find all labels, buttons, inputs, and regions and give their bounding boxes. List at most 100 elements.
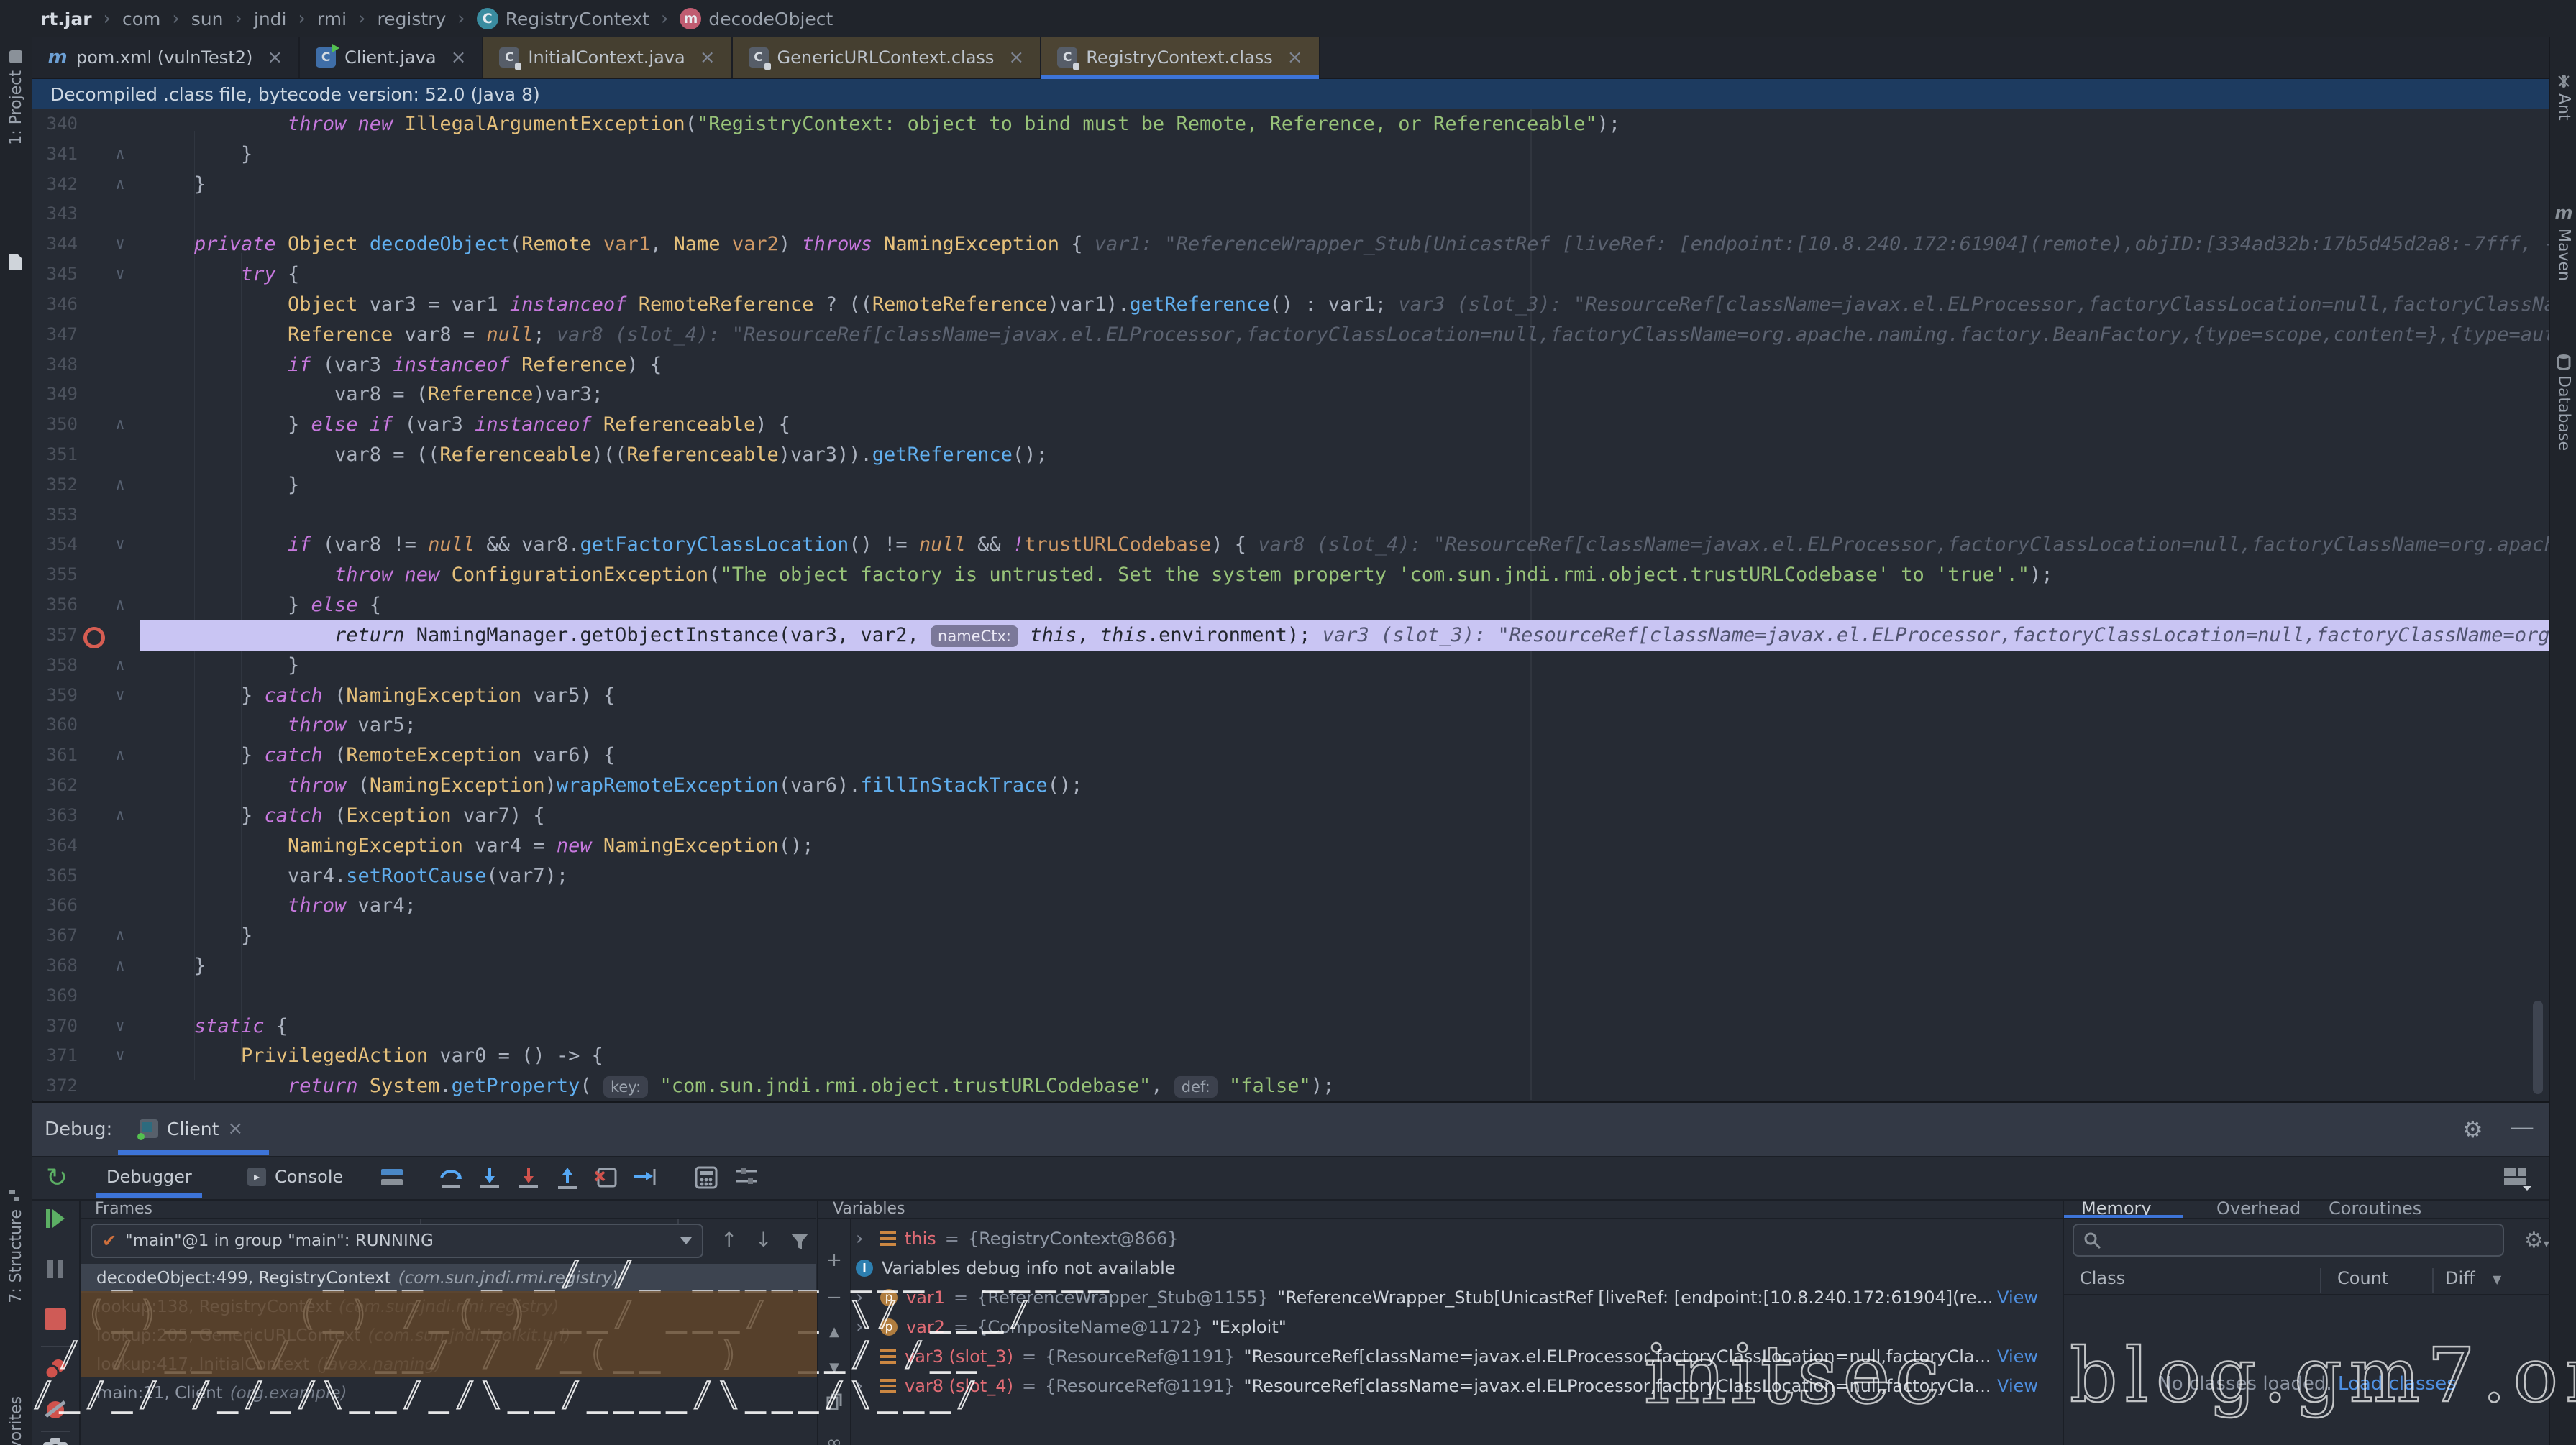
code-line[interactable]: 370∨static { — [32, 1012, 2549, 1042]
variable-row[interactable]: ›pvar1 = {ReferenceWrapper_Stub@1155} "R… — [856, 1283, 2052, 1312]
code-line[interactable]: 340throw new IllegalArgumentException("R… — [32, 109, 2549, 139]
expand-chevron-icon[interactable]: › — [856, 1316, 872, 1338]
breadcrumb-item[interactable]: CRegistryContext — [477, 8, 649, 29]
force-step-into-icon[interactable] — [516, 1166, 541, 1189]
code-line[interactable]: 353 — [32, 500, 2549, 531]
navigate-up-icon[interactable]: ▲ — [818, 1324, 850, 1339]
navigate-down-icon[interactable]: ▼ — [818, 1360, 850, 1375]
frames-filter-icon[interactable] — [790, 1232, 810, 1254]
code-line[interactable]: 358∧} — [32, 651, 2549, 681]
resume-icon[interactable] — [32, 1208, 79, 1229]
view-link[interactable]: View — [1997, 1347, 2038, 1367]
run-to-cursor-icon[interactable] — [633, 1166, 657, 1189]
view-breakpoints-icon[interactable] — [32, 1359, 79, 1382]
code-line[interactable]: 356∧} else { — [32, 590, 2549, 620]
code-line[interactable]: 359∨} catch (NamingException var5) { — [32, 681, 2549, 711]
code-line[interactable]: 372return System.getProperty( key: "com.… — [32, 1071, 2549, 1100]
layout-settings-icon[interactable] — [2503, 1165, 2531, 1193]
infinity-icon[interactable]: ∞ — [818, 1432, 850, 1445]
toolwindow-maven[interactable]: m Maven — [2550, 203, 2576, 281]
code-line[interactable]: 366throw var4; — [32, 891, 2549, 921]
toolwindow-favorites[interactable]: Favorites — [0, 1396, 32, 1445]
bookmark-document-icon[interactable] — [0, 253, 32, 272]
toolwindow-ant[interactable]: Ant — [2550, 73, 2576, 121]
code-line[interactable]: 352∧} — [32, 470, 2549, 500]
code-line[interactable]: 364NamingException var4 = new NamingExce… — [32, 831, 2549, 861]
code-line[interactable]: 369 — [32, 981, 2549, 1012]
code-line[interactable]: 345∨try { — [32, 260, 2549, 290]
variable-row[interactable]: ›this = {RegistryContext@866} — [856, 1224, 2052, 1253]
frame-down-icon[interactable]: ↓ — [755, 1228, 772, 1252]
code-line[interactable]: 360throw var5; — [32, 710, 2549, 740]
expand-chevron-icon[interactable]: › — [856, 1346, 872, 1367]
toolwindow-database[interactable]: Database — [2550, 354, 2576, 451]
memory-tab-coroutines[interactable]: Coroutines — [2329, 1199, 2421, 1218]
breadcrumb-item[interactable]: sun — [191, 9, 224, 29]
code-editor[interactable]: 340throw new IllegalArgumentException("R… — [32, 109, 2549, 1100]
layout-icon[interactable] — [381, 1168, 403, 1191]
variable-row[interactable]: iVariables debug info not available — [856, 1253, 2052, 1283]
code-line[interactable]: 347Reference var8 = null; var8 (slot_4):… — [32, 320, 2549, 350]
code-line[interactable]: 367∧} — [32, 921, 2549, 951]
tab-debugger[interactable]: Debugger — [106, 1156, 192, 1198]
breadcrumb-item[interactable]: registry — [377, 9, 446, 29]
code-line[interactable]: 368∧} — [32, 951, 2549, 981]
close-icon[interactable]: × — [227, 1118, 243, 1139]
stop-icon[interactable] — [32, 1308, 79, 1330]
code-line[interactable]: 365var4.setRootCause(var7); — [32, 861, 2549, 891]
frame-up-icon[interactable]: ↑ — [721, 1228, 737, 1252]
variable-row[interactable]: ›var8 (slot_4) = {ResourceRef@1191} "Res… — [856, 1371, 2052, 1400]
code-line[interactable]: 363∧} catch (Exception var7) { — [32, 801, 2549, 831]
memory-search-input[interactable] — [2073, 1224, 2504, 1257]
tab-console[interactable]: ▸ Console — [247, 1156, 343, 1198]
debug-session-tab[interactable]: Client × — [140, 1103, 243, 1155]
memory-tab-overhead[interactable]: Overhead — [2216, 1199, 2301, 1218]
minimize-icon[interactable]: — — [2510, 1113, 2534, 1142]
close-icon[interactable]: × — [700, 47, 716, 68]
close-icon[interactable]: × — [451, 47, 467, 68]
breadcrumb-item[interactable]: mdecodeObject — [680, 8, 833, 29]
frame-row[interactable]: lookup:205, GenericURLContext(com.sun.jn… — [81, 1321, 816, 1350]
frame-row[interactable]: decodeObject:499, RegistryContext(com.su… — [81, 1264, 816, 1293]
rerun-icon[interactable]: ↻ — [46, 1163, 68, 1193]
breadcrumb-item[interactable]: com — [122, 9, 160, 29]
code-line[interactable]: 349var8 = (Reference)var3; — [32, 380, 2549, 410]
close-icon[interactable]: × — [1287, 47, 1303, 68]
line-number[interactable]: 343 — [32, 199, 78, 229]
frame-row[interactable]: lookup:417, InitialContext(javax.naming) — [81, 1350, 816, 1379]
frame-row[interactable]: main:11, Client(org.example) — [81, 1379, 816, 1408]
toolwindow-project[interactable]: 1: Project — [0, 49, 32, 145]
breadcrumb-item[interactable]: jndi — [254, 9, 287, 29]
load-classes-link[interactable]: Load classes — [2338, 1373, 2457, 1395]
line-number[interactable]: 353 — [32, 500, 78, 531]
close-icon[interactable]: × — [267, 47, 283, 68]
thread-selector[interactable]: ✔ "main"@1 in group "main": RUNNING — [91, 1224, 703, 1258]
code-line[interactable]: 354∨if (var8 != null && var8.getFactoryC… — [32, 530, 2549, 560]
thread-dump-camera-icon[interactable] — [32, 1436, 79, 1445]
add-watch-icon[interactable]: + — [818, 1249, 850, 1271]
code-line[interactable]: 348if (var3 instanceof Reference) { — [32, 350, 2549, 380]
expand-chevron-icon[interactable]: › — [856, 1228, 872, 1249]
breadcrumb-item[interactable]: rt.jar — [40, 9, 92, 29]
step-over-icon[interactable] — [439, 1166, 463, 1189]
column-class[interactable]: Class — [2080, 1268, 2125, 1288]
code-line[interactable]: 362throw (NamingException)wrapRemoteExce… — [32, 771, 2549, 801]
frame-row[interactable]: lookup:138, RegistryContext(com.sun.jndi… — [81, 1293, 816, 1321]
mute-breakpoints-icon[interactable] — [32, 1398, 79, 1422]
code-line[interactable]: 361∧} catch (RemoteException var6) { — [32, 740, 2549, 771]
close-icon[interactable]: × — [1008, 47, 1024, 68]
expand-chevron-icon[interactable]: › — [856, 1375, 872, 1397]
code-line[interactable]: 350∧} else if (var3 instanceof Reference… — [32, 410, 2549, 440]
line-number[interactable]: 369 — [32, 981, 78, 1012]
editor-tab[interactable]: CGenericURLContext.class× — [733, 37, 1042, 78]
remove-watch-icon[interactable]: − — [818, 1287, 850, 1308]
code-line[interactable]: 343 — [32, 199, 2549, 229]
toolwindow-structure[interactable]: 7: Structure — [0, 1188, 32, 1303]
editor-tab[interactable]: mpom.xml (vulnTest2)× — [32, 37, 300, 78]
step-into-icon[interactable] — [478, 1166, 502, 1189]
code-line[interactable]: 346Object var3 = var1 instanceof RemoteR… — [32, 290, 2549, 320]
settings-sliders-icon[interactable] — [735, 1166, 759, 1189]
breadcrumb-item[interactable]: rmi — [317, 9, 347, 29]
editor-tab[interactable]: CInitialContext.java× — [483, 37, 732, 78]
code-line[interactable]: 351var8 = ((Referenceable)((Referenceabl… — [32, 440, 2549, 470]
